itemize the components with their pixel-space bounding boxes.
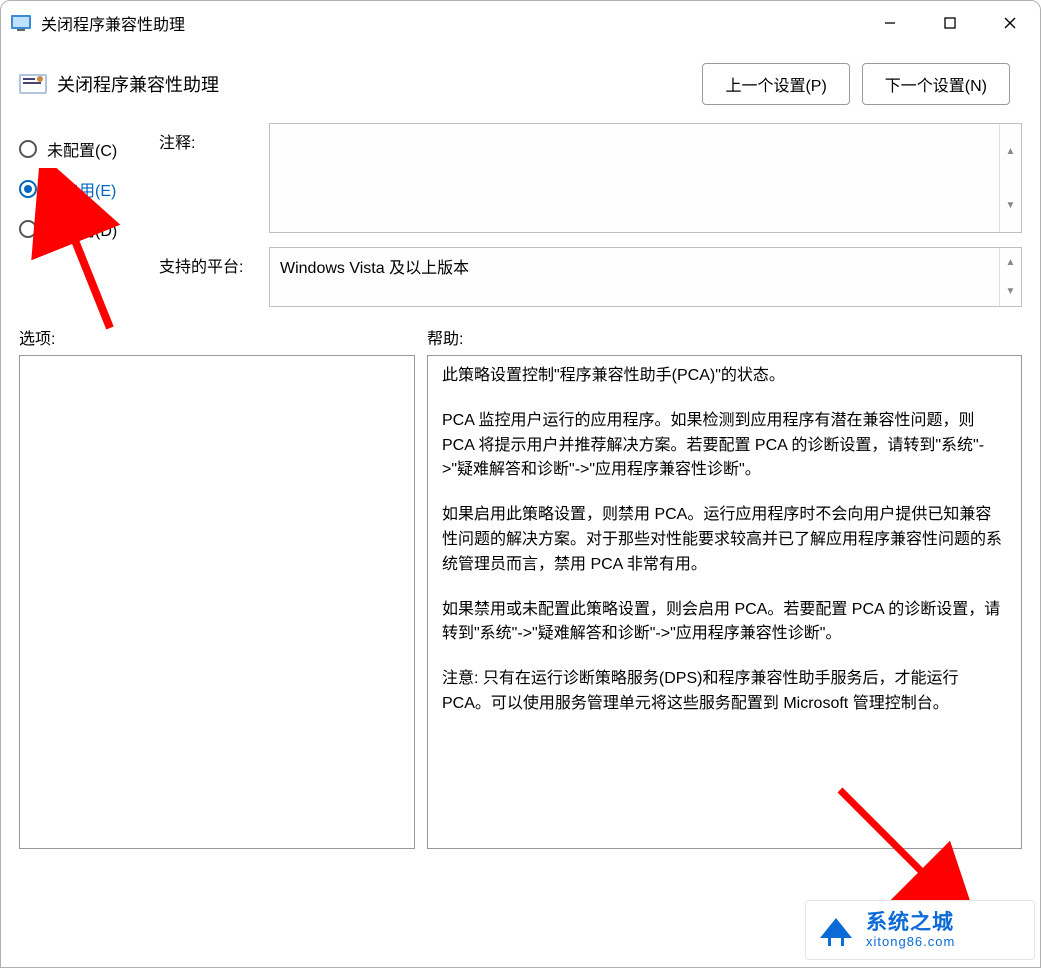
dialog-window: 关闭程序兼容性助理	[0, 0, 1041, 968]
next-setting-button[interactable]: 下一个设置(N)	[862, 63, 1010, 105]
titlebar: 关闭程序兼容性助理	[1, 1, 1040, 45]
options-label: 选项:	[19, 325, 427, 349]
radio-enabled[interactable]: 已启用(E)	[19, 171, 159, 207]
platform-label: 支持的平台:	[159, 247, 269, 307]
help-panel: 此策略设置控制"程序兼容性助手(PCA)"的状态。 PCA 监控用户运行的应用程…	[427, 355, 1022, 849]
comment-label: 注释:	[159, 123, 269, 233]
spin-down-button[interactable]: ▼	[1000, 277, 1021, 306]
spin-up-button[interactable]: ▲	[1000, 248, 1021, 277]
radio-label: 已禁用(D)	[47, 217, 117, 241]
radio-not-configured[interactable]: 未配置(C)	[19, 131, 159, 167]
supported-platform-box: Windows Vista 及以上版本 ▲ ▼	[269, 247, 1022, 307]
options-panel	[19, 355, 415, 849]
policy-icon	[19, 70, 47, 98]
help-paragraph: 此策略设置控制"程序兼容性助手(PCA)"的状态。	[442, 364, 1007, 389]
spin-down-button[interactable]: ▼	[1000, 178, 1021, 232]
radio-label: 已启用(E)	[47, 177, 116, 201]
radio-label: 未配置(C)	[47, 137, 117, 161]
window-controls	[860, 1, 1040, 45]
comment-textarea[interactable]: ▲ ▼	[269, 123, 1022, 233]
state-radio-group: 未配置(C) 已启用(E) 已禁用(D)	[19, 123, 159, 307]
help-label: 帮助:	[427, 325, 1022, 349]
previous-setting-button[interactable]: 上一个设置(P)	[702, 63, 849, 105]
app-icon	[11, 13, 31, 33]
platform-value: Windows Vista 及以上版本	[280, 260, 469, 277]
close-button[interactable]	[980, 1, 1040, 45]
minimize-button[interactable]	[860, 1, 920, 45]
watermark-title: 系统之城	[866, 911, 955, 934]
help-paragraph: 如果禁用或未配置此策略设置，则会启用 PCA。若要配置 PCA 的诊断设置，请转…	[442, 598, 1007, 648]
help-paragraph: 如果启用此策略设置，则禁用 PCA。运行应用程序时不会向用户提供已知兼容性问题的…	[442, 503, 1007, 577]
policy-name: 关闭程序兼容性助理	[57, 71, 702, 97]
header-row: 关闭程序兼容性助理 上一个设置(P) 下一个设置(N)	[1, 45, 1040, 123]
help-paragraph: 注意: 只有在运行诊断策略服务(DPS)和程序兼容性助手服务后，才能运行 PCA…	[442, 667, 1007, 717]
maximize-button[interactable]	[920, 1, 980, 45]
watermark-badge: 系统之城 xitong86.com	[805, 900, 1035, 960]
watermark-logo-icon	[814, 908, 858, 952]
window-title: 关闭程序兼容性助理	[41, 11, 860, 35]
help-paragraph: PCA 监控用户运行的应用程序。如果检测到应用程序有潜在兼容性问题，则 PCA …	[442, 409, 1007, 483]
spin-up-button[interactable]: ▲	[1000, 124, 1021, 178]
watermark-url: xitong86.com	[866, 934, 955, 949]
radio-disabled[interactable]: 已禁用(D)	[19, 211, 159, 247]
